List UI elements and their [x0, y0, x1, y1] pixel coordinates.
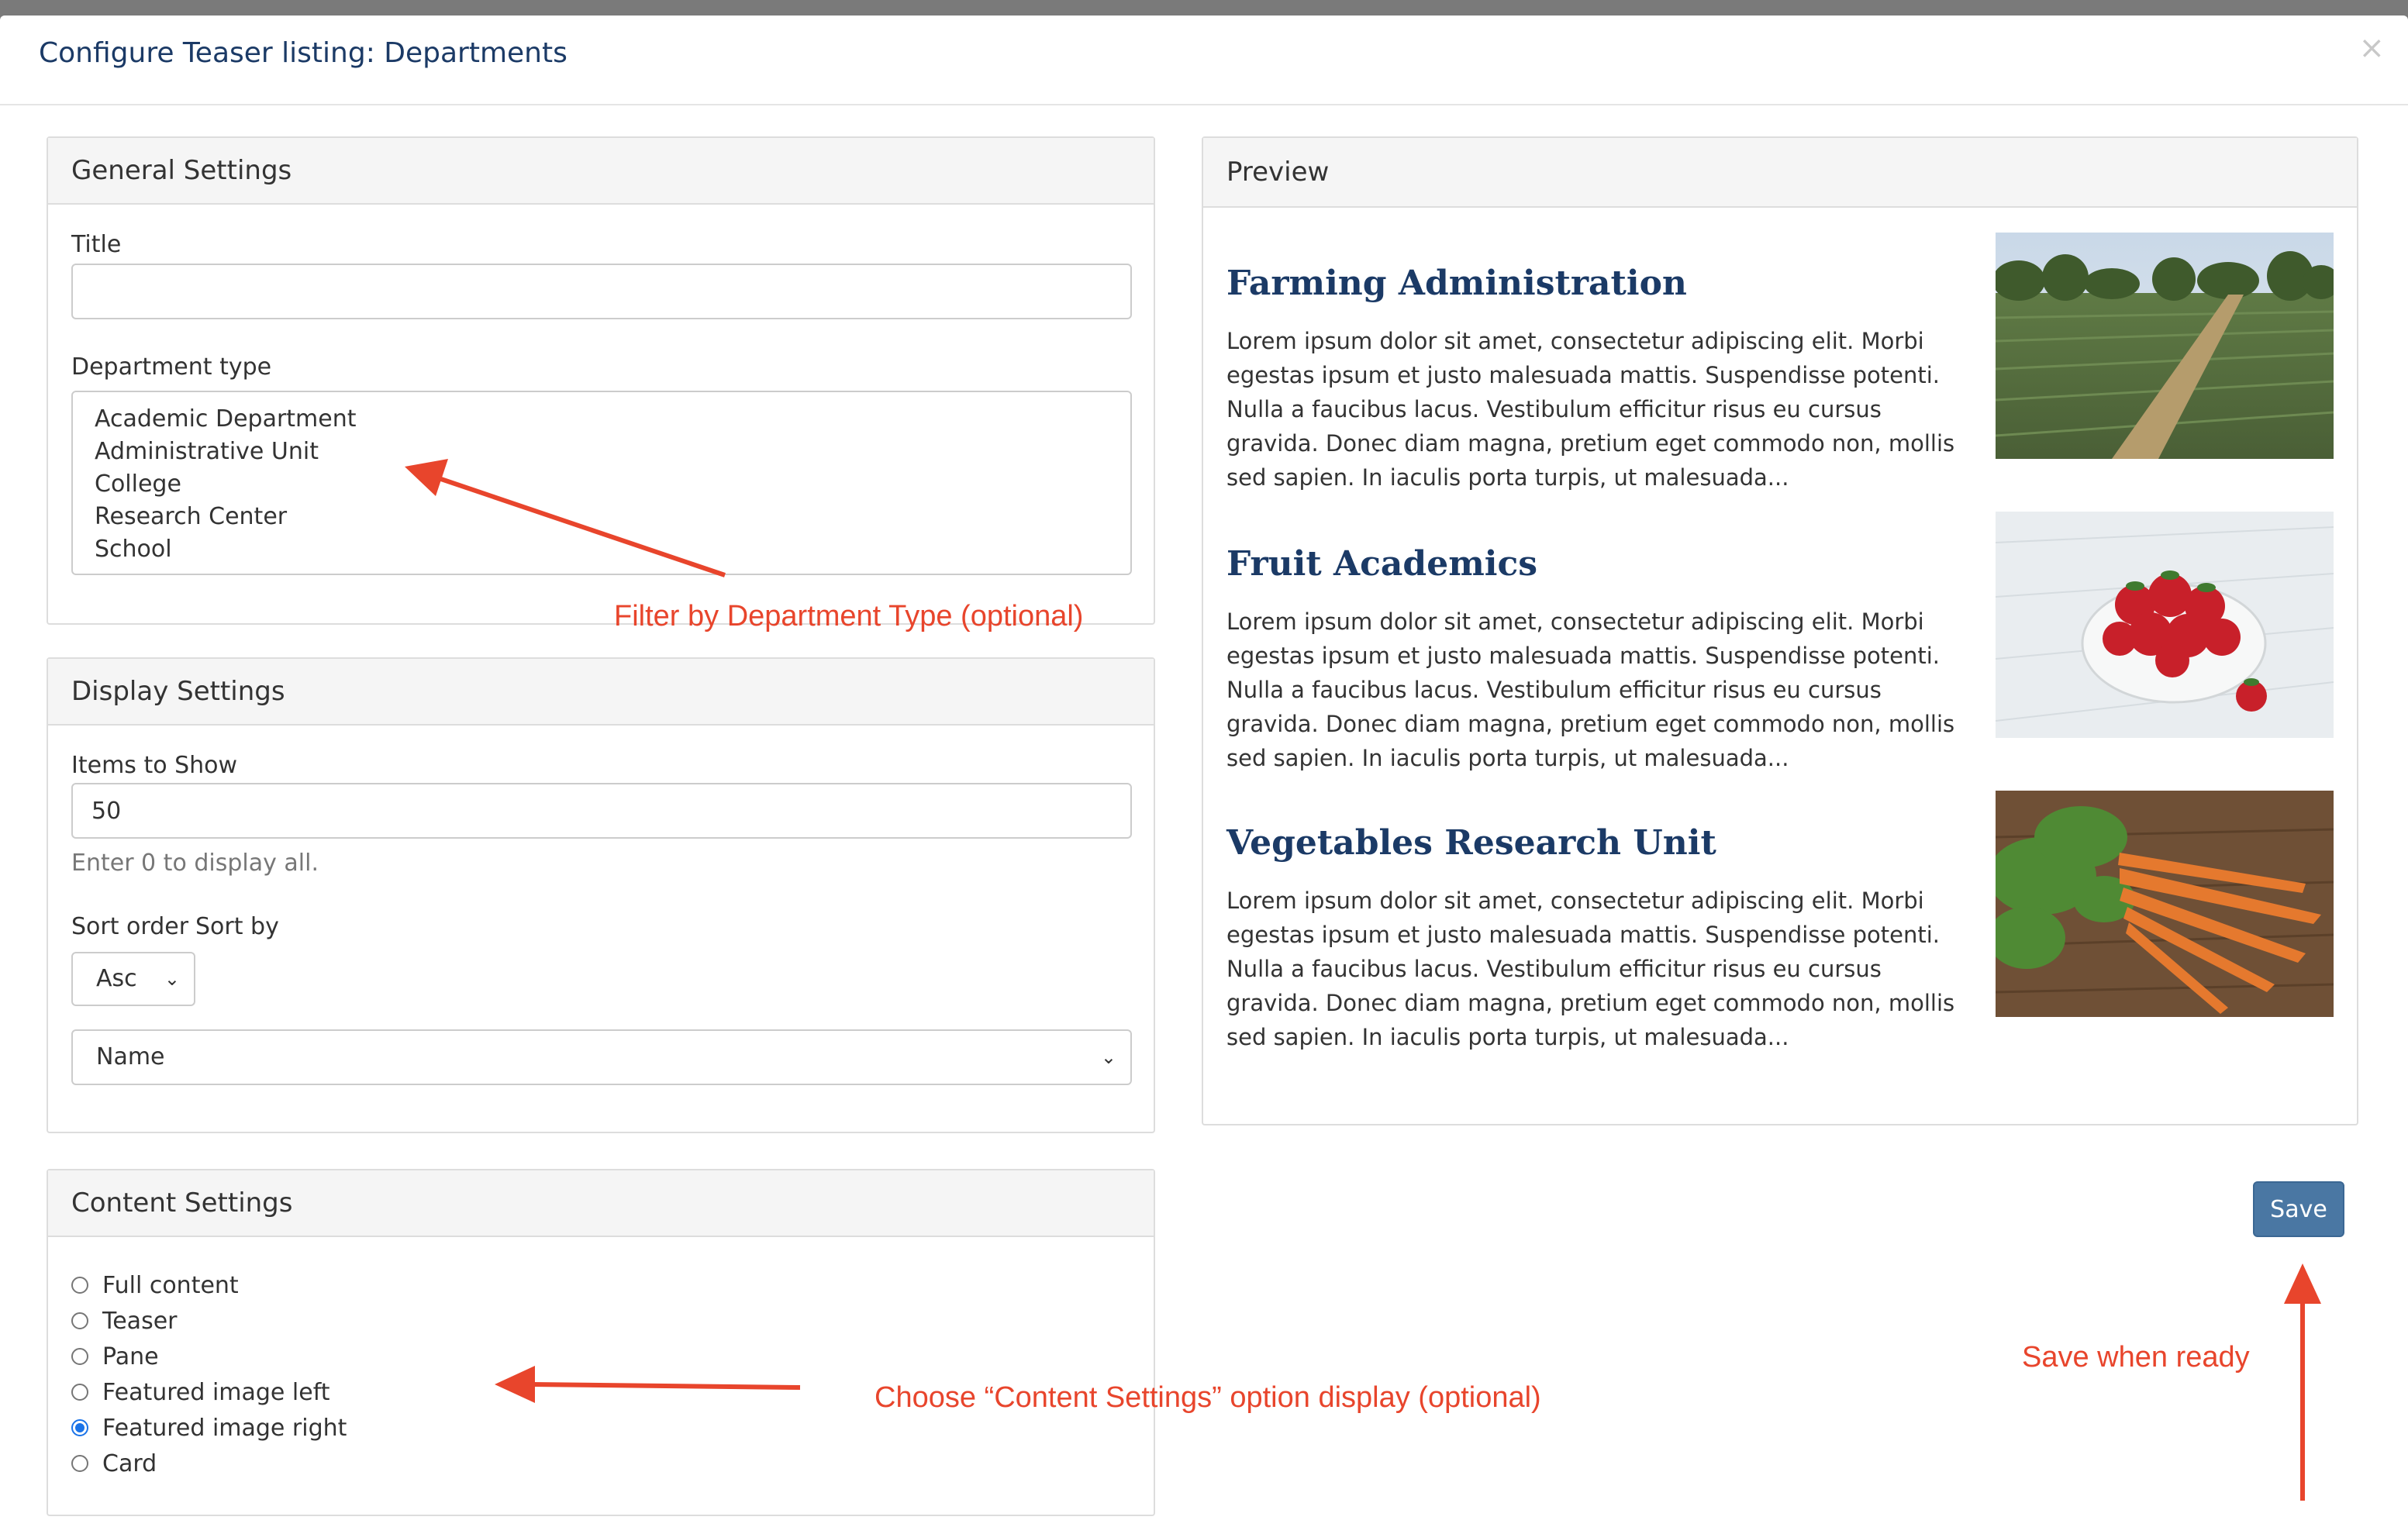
- teaser-title[interactable]: Farming Administration: [1226, 264, 1687, 303]
- chevron-down-icon: ⌄: [164, 968, 180, 990]
- radio-featured-image-right[interactable]: Featured image right: [71, 1412, 347, 1443]
- modal-header: Configure Teaser listing: Departments ×: [0, 16, 2408, 105]
- radio-circle[interactable]: [71, 1348, 88, 1365]
- teaser-body: Lorem ipsum dolor sit amet, consectetur …: [1226, 888, 1955, 1050]
- department-option[interactable]: Research Center: [95, 501, 1109, 533]
- save-button[interactable]: Save: [2253, 1181, 2344, 1237]
- annotation-filter: Filter by Department Type (optional): [614, 600, 1084, 633]
- department-option[interactable]: Academic Department: [95, 403, 1109, 436]
- sort-order-label: Sort order: [71, 913, 189, 940]
- radio-circle-checked[interactable]: [71, 1419, 88, 1436]
- radio-circle[interactable]: [71, 1277, 88, 1294]
- radio-label: Featured image left: [102, 1378, 330, 1406]
- items-help-text: Enter 0 to display all.: [71, 850, 319, 877]
- radio-card[interactable]: Card: [71, 1448, 157, 1479]
- department-option[interactable]: College: [95, 468, 1109, 501]
- annotation-content-settings: Choose “Content Settings” option display…: [875, 1381, 1541, 1414]
- department-type-listbox[interactable]: Academic Department Administrative Unit …: [71, 391, 1132, 575]
- teaser-title[interactable]: Vegetables Research Unit: [1226, 823, 1716, 863]
- radio-pane[interactable]: Pane: [71, 1341, 159, 1372]
- display-settings-heading: Display Settings: [48, 659, 1154, 726]
- strawberry-bowl-image[interactable]: [1996, 512, 2334, 738]
- content-settings-heading: Content Settings: [48, 1170, 1154, 1237]
- radio-label: Pane: [102, 1343, 159, 1370]
- radio-label: Full content: [102, 1271, 239, 1299]
- teaser-title[interactable]: Fruit Academics: [1226, 544, 1537, 584]
- content-settings-panel: Content Settings: [47, 1169, 1155, 1516]
- items-to-show-input[interactable]: [71, 783, 1132, 839]
- sort-by-value: Name: [96, 1043, 165, 1070]
- radio-featured-image-left[interactable]: Featured image left: [71, 1377, 330, 1408]
- department-option[interactable]: Administrative Unit: [95, 436, 1109, 468]
- department-type-label: Department type: [71, 353, 272, 381]
- modal-title: Configure Teaser listing: Departments: [39, 37, 568, 69]
- sort-order-select[interactable]: Asc ⌄: [71, 952, 195, 1006]
- close-icon[interactable]: ×: [2358, 33, 2385, 64]
- chevron-down-icon: ⌄: [1100, 1046, 1116, 1068]
- radio-label: Card: [102, 1449, 157, 1477]
- sort-by-select[interactable]: Name ⌄: [71, 1029, 1132, 1085]
- radio-label: Featured image right: [102, 1414, 347, 1442]
- general-settings-heading: General Settings: [48, 138, 1154, 205]
- radio-label: Teaser: [102, 1307, 178, 1335]
- farm-field-image[interactable]: [1996, 233, 2334, 459]
- teaser-body: Lorem ipsum dolor sit amet, consectetur …: [1226, 608, 1955, 771]
- title-input[interactable]: [71, 264, 1132, 319]
- radio-teaser[interactable]: Teaser: [71, 1305, 178, 1336]
- annotation-save: Save when ready: [2022, 1341, 2250, 1374]
- items-to-show-label: Items to Show: [71, 752, 238, 779]
- radio-full-content[interactable]: Full content: [71, 1270, 239, 1301]
- sort-by-label: Sort by: [195, 913, 279, 940]
- title-label: Title: [71, 231, 122, 258]
- radio-circle[interactable]: [71, 1312, 88, 1329]
- department-option[interactable]: School: [95, 533, 1109, 566]
- sort-order-value: Asc: [96, 965, 137, 992]
- radio-circle[interactable]: [71, 1455, 88, 1472]
- carrots-image[interactable]: [1996, 791, 2334, 1017]
- preview-heading: Preview: [1203, 138, 2357, 208]
- teaser-body: Lorem ipsum dolor sit amet, consectetur …: [1226, 328, 1955, 491]
- radio-circle[interactable]: [71, 1384, 88, 1401]
